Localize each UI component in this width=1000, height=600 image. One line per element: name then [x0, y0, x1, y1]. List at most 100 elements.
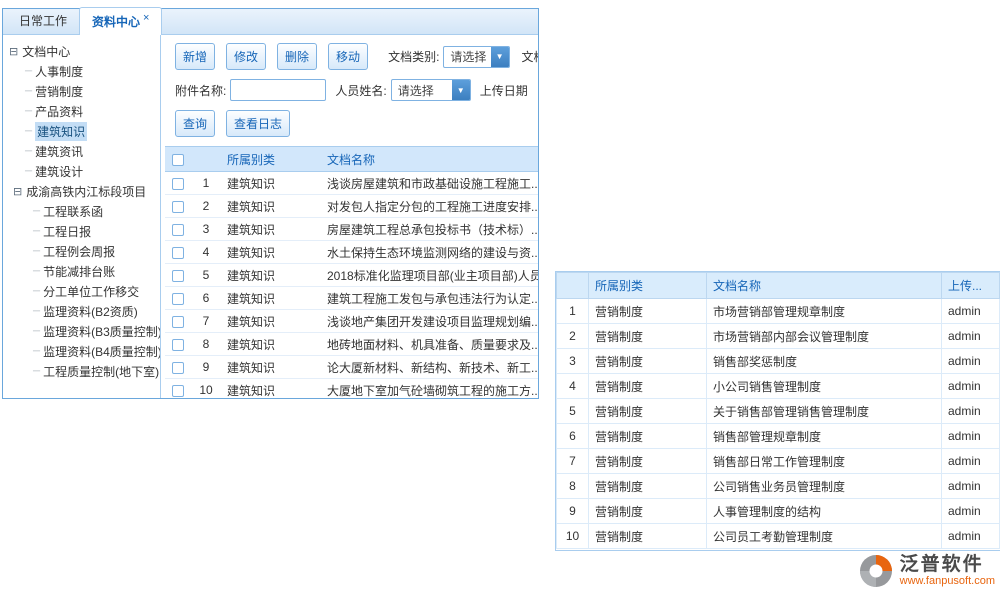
row-uploader: admin: [942, 449, 1000, 474]
row-checkbox[interactable]: [172, 362, 184, 374]
row-doc-name[interactable]: 大厦地下室加气砼墙砌筑工程的施工方...: [321, 379, 538, 399]
doc-table-row[interactable]: 8建筑知识地砖地面材料、机具准备、质量要求及...: [165, 333, 538, 356]
row-checkbox[interactable]: [172, 339, 184, 351]
tree-item[interactable]: ─建筑设计: [9, 161, 160, 181]
doc-table-row[interactable]: 1建筑知识浅谈房屋建筑和市政基础设施工程施工...: [165, 172, 538, 195]
row-doc-name: 公司员工考勤管理制度: [707, 524, 942, 549]
row-number: 10: [191, 379, 221, 399]
tree-item[interactable]: ─节能减排台账: [9, 261, 160, 281]
doc-table-row[interactable]: 9建筑知识论大厦新材料、新结构、新技术、新工...: [165, 356, 538, 379]
tree-line-icon: ─: [33, 286, 40, 297]
doc-table-row[interactable]: 6建筑知识建筑工程施工发包与承包违法行为认定...: [165, 287, 538, 310]
add-button[interactable]: 新增: [175, 43, 215, 70]
marketing-docs-panel: 所属别类 文档名称 上传... 1营销制度市场营销部管理规章制度admin2营销…: [555, 271, 1000, 551]
row-checkbox[interactable]: [172, 316, 184, 328]
doc-table-row[interactable]: 5建筑知识2018标准化监理项目部(业主项目部)人员...: [165, 264, 538, 287]
tree-item[interactable]: ─工程例会周报: [9, 241, 160, 261]
toolbar-row-1: 新增 修改 删除 移动 文档类别: 请选择 ▼ 文档: [175, 43, 538, 70]
doc-table-row[interactable]: 7建筑知识浅谈地产集团开发建设项目监理规划编...: [165, 310, 538, 333]
marketing-table-row[interactable]: 2营销制度市场营销部内部会议管理制度admin: [557, 324, 1000, 349]
row-doc-name[interactable]: 2018标准化监理项目部(业主项目部)人员...: [321, 264, 538, 287]
tree-item[interactable]: ─人事制度: [9, 61, 160, 81]
row-category: 营销制度: [589, 349, 707, 374]
tree-item[interactable]: ─监理资料(B4质量控制): [9, 341, 160, 361]
row-doc-name[interactable]: 房屋建筑工程总承包投标书（技术标）...: [321, 218, 538, 241]
row-checkbox[interactable]: [172, 293, 184, 305]
tree-item[interactable]: ─营销制度: [9, 81, 160, 101]
doc-category-select[interactable]: 请选择 ▼: [443, 46, 509, 68]
marketing-table-row[interactable]: 5营销制度关于销售部管理销售管理制度admin: [557, 399, 1000, 424]
row-checkbox[interactable]: [172, 270, 184, 282]
doc-table-row[interactable]: 4建筑知识水土保持生态环境监测网络的建设与资...: [165, 241, 538, 264]
row-number: 2: [557, 324, 589, 349]
row-category: 建筑知识: [221, 287, 321, 310]
row-doc-name[interactable]: 浅谈地产集团开发建设项目监理规划编...: [321, 310, 538, 333]
row-number: 1: [557, 299, 589, 324]
row-number: 4: [557, 374, 589, 399]
tree-item-label: 建筑资讯: [35, 143, 83, 160]
row-doc-name[interactable]: 论大厦新材料、新结构、新技术、新工...: [321, 356, 538, 379]
row-number: 5: [191, 264, 221, 287]
marketing-table-row[interactable]: 1营销制度市场营销部管理规章制度admin: [557, 299, 1000, 324]
modify-button[interactable]: 修改: [226, 43, 266, 70]
chevron-down-icon[interactable]: ▼: [491, 47, 509, 67]
row-checkbox[interactable]: [172, 224, 184, 236]
row-doc-name: 人事管理制度的结构: [707, 499, 942, 524]
tree-section-label: 成渝高铁内江标段项目: [26, 183, 146, 200]
row-doc-name: 销售部管理规章制度: [707, 424, 942, 449]
screenshot-canvas: 日常工作 资料中心× ⊟文档中心─人事制度─营销制度─产品资料─建筑知识─建筑资…: [0, 0, 1000, 600]
collapse-icon[interactable]: ⊟: [13, 185, 22, 198]
row-doc-name[interactable]: 浅谈房屋建筑和市政基础设施工程施工...: [321, 172, 538, 195]
marketing-table-row[interactable]: 6营销制度销售部管理规章制度admin: [557, 424, 1000, 449]
view-log-button[interactable]: 查看日志: [226, 110, 290, 137]
person-name-select[interactable]: 请选择 ▼: [391, 79, 471, 101]
doc-table-row[interactable]: 2建筑知识对发包人指定分包的工程施工进度安排...: [165, 195, 538, 218]
tree-item-label: 营销制度: [35, 83, 83, 100]
marketing-table-row[interactable]: 10营销制度公司员工考勤管理制度admin: [557, 524, 1000, 549]
close-icon[interactable]: ×: [143, 12, 149, 24]
tree-section[interactable]: ⊟文档中心: [9, 41, 160, 61]
row-checkbox[interactable]: [172, 385, 184, 397]
marketing-table-row[interactable]: 3营销制度销售部奖惩制度admin: [557, 349, 1000, 374]
attachment-name-label: 附件名称:: [175, 82, 226, 99]
tree-item[interactable]: ─建筑知识: [9, 121, 160, 141]
row-category: 建筑知识: [221, 356, 321, 379]
row-check-cell: [165, 241, 191, 264]
tree-item[interactable]: ─工程联系函: [9, 201, 160, 221]
tree-item[interactable]: ─监理资料(B2资质): [9, 301, 160, 321]
marketing-table-row[interactable]: 7营销制度销售部日常工作管理制度admin: [557, 449, 1000, 474]
marketing-table-row[interactable]: 4营销制度小公司销售管理制度admin: [557, 374, 1000, 399]
row-doc-name[interactable]: 地砖地面材料、机具准备、质量要求及...: [321, 333, 538, 356]
row-checkbox[interactable]: [172, 201, 184, 213]
move-button[interactable]: 移动: [328, 43, 368, 70]
query-button[interactable]: 查询: [175, 110, 215, 137]
doc-table-row[interactable]: 10建筑知识大厦地下室加气砼墙砌筑工程的施工方...: [165, 379, 538, 399]
doc-table-row[interactable]: 3建筑知识房屋建筑工程总承包投标书（技术标）...: [165, 218, 538, 241]
tab-daily-work[interactable]: 日常工作: [7, 7, 79, 34]
marketing-table-row[interactable]: 9营销制度人事管理制度的结构admin: [557, 499, 1000, 524]
row-category: 建筑知识: [221, 264, 321, 287]
header-doc-name: 文档名称: [321, 147, 538, 172]
select-all-checkbox[interactable]: [172, 154, 184, 166]
row-doc-name[interactable]: 对发包人指定分包的工程施工进度安排...: [321, 195, 538, 218]
row-number: 3: [191, 218, 221, 241]
row-doc-name[interactable]: 水土保持生态环境监测网络的建设与资...: [321, 241, 538, 264]
tree-item[interactable]: ─分工单位工作移交: [9, 281, 160, 301]
delete-button[interactable]: 删除: [277, 43, 317, 70]
tree-item[interactable]: ─产品资料: [9, 101, 160, 121]
content-area: 新增 修改 删除 移动 文档类别: 请选择 ▼ 文档 附件名称: 人员姓名:: [161, 35, 538, 398]
collapse-icon[interactable]: ⊟: [9, 45, 18, 58]
chevron-down-icon[interactable]: ▼: [452, 80, 470, 100]
row-doc-name[interactable]: 建筑工程施工发包与承包违法行为认定...: [321, 287, 538, 310]
tree-item[interactable]: ─建筑资讯: [9, 141, 160, 161]
tree-item[interactable]: ─监理资料(B3质量控制): [9, 321, 160, 341]
row-check-cell: [165, 287, 191, 310]
tree-item[interactable]: ─工程质量控制(地下室): [9, 361, 160, 381]
attachment-name-input[interactable]: [230, 79, 326, 101]
row-checkbox[interactable]: [172, 178, 184, 190]
row-checkbox[interactable]: [172, 247, 184, 259]
tree-item[interactable]: ─工程日报: [9, 221, 160, 241]
marketing-table-row[interactable]: 8营销制度公司销售业务员管理制度admin: [557, 474, 1000, 499]
tree-section[interactable]: ⊟ 成渝高铁内江标段项目: [13, 181, 160, 201]
tab-data-center[interactable]: 资料中心×: [79, 7, 162, 35]
